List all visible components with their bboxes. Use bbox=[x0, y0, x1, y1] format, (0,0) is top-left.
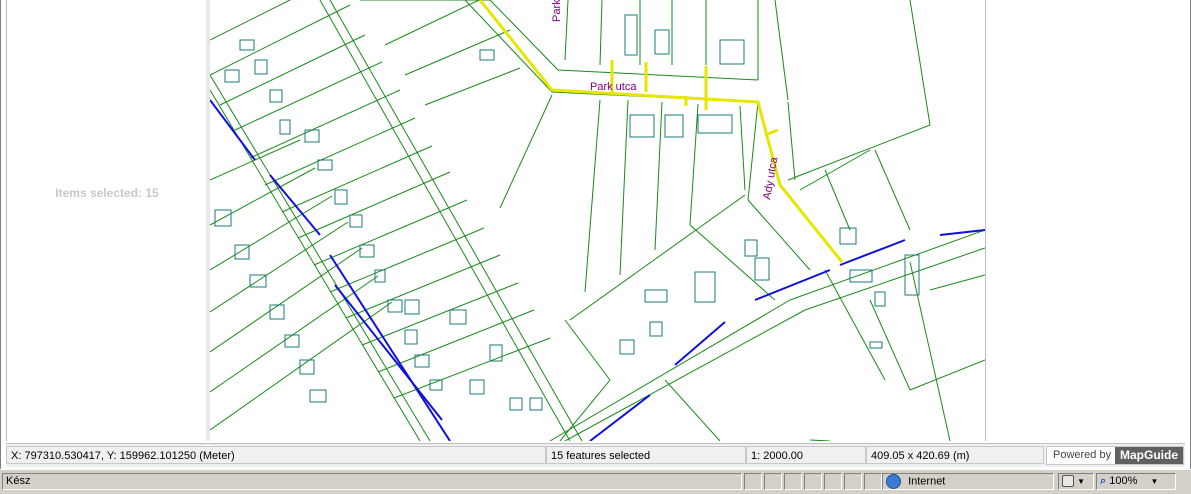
selection-count: 15 features selected bbox=[546, 446, 746, 464]
zoom-icon: ⌕ bbox=[1100, 475, 1107, 487]
street-label-park: Park bbox=[551, 0, 563, 22]
zone-label: Internet bbox=[908, 475, 946, 488]
zoom-control[interactable]: ⌕ 100% ▼ bbox=[1096, 473, 1176, 490]
chevron-down-icon: ▼ bbox=[1150, 477, 1159, 486]
status-pane bbox=[864, 473, 882, 490]
browser-status-text: Kész bbox=[2, 473, 742, 490]
mapguide-logo: MapGuide bbox=[1115, 447, 1183, 464]
status-pane bbox=[824, 473, 842, 490]
protected-mode-button[interactable]: ▼ bbox=[1058, 473, 1094, 490]
chevron-down-icon: ▼ bbox=[1077, 477, 1085, 486]
map-scale: 1: 2000.00 bbox=[746, 446, 866, 464]
status-pane bbox=[804, 473, 822, 490]
status-pane bbox=[744, 473, 762, 490]
building-outlines bbox=[214, 14, 920, 411]
zoom-level: 100% bbox=[1109, 475, 1138, 487]
parcel-lines bbox=[210, 0, 985, 441]
powered-by-text: Powered by bbox=[1053, 449, 1112, 461]
selection-panel: Items selected: 15 bbox=[6, 0, 207, 441]
right-panel bbox=[985, 0, 1186, 441]
protected-mode-icon bbox=[1062, 475, 1074, 488]
map-extent: 409.05 x 420.69 (m) bbox=[866, 446, 1044, 464]
browser-statusbar: Kész Internet ▼ ⌕ 100% ▼ bbox=[0, 469, 1191, 494]
status-pane bbox=[764, 473, 782, 490]
internet-globe-icon bbox=[886, 474, 901, 489]
powered-by-badge[interactable]: Powered by MapGuide bbox=[1046, 446, 1184, 465]
cursor-coordinates: X: 797310.530417, Y: 159962.101250 (Mete… bbox=[6, 446, 546, 464]
status-pane bbox=[844, 473, 862, 490]
status-pane bbox=[784, 473, 802, 490]
security-zone[interactable]: Internet bbox=[882, 473, 1054, 490]
map-canvas[interactable]: Park utca Park Ady utca bbox=[210, 0, 985, 441]
map-statusbar: X: 797310.530417, Y: 159962.101250 (Mete… bbox=[6, 443, 1185, 467]
browser-content: Items selected: 15 Park utca Park Ady ut… bbox=[0, 0, 1191, 469]
map-viewer[interactable]: Park utca Park Ady utca bbox=[210, 0, 985, 441]
street-label-park-utca: Park utca bbox=[590, 81, 637, 93]
selection-summary: Items selected: 15 bbox=[55, 186, 159, 200]
